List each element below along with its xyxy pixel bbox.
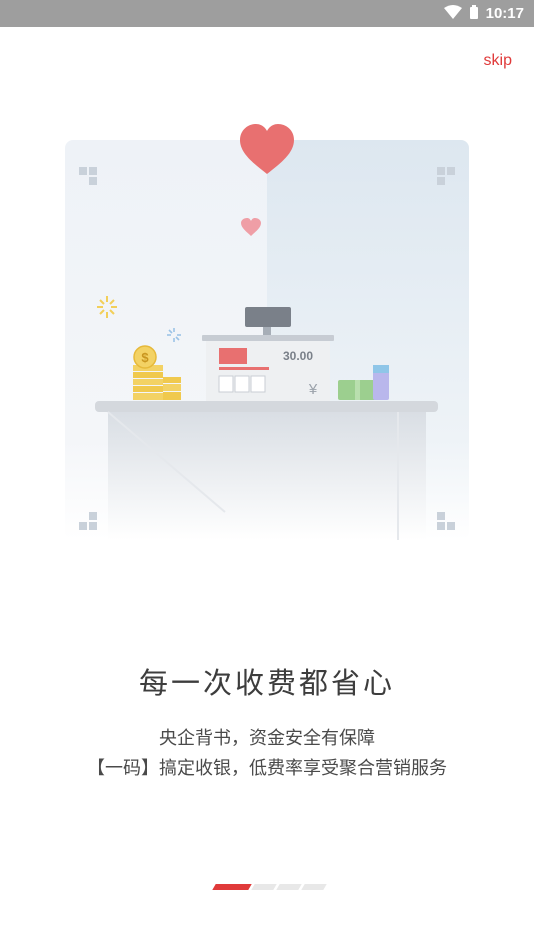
page-dot [276,884,302,890]
page-indicator [212,884,327,890]
headline: 每一次收费都省心 [138,666,395,700]
counter-front [108,412,426,540]
card-icon [373,365,389,400]
counter-top [95,401,438,412]
skip-button[interactable]: skip [484,52,512,70]
status-icons: 10:17 [443,0,524,27]
register-amount: 30.00 [283,349,313,363]
status-bar: 10:17 [0,0,534,27]
onboarding-illustration: $ 30.00 ¥ [65,124,469,540]
banknote-icon [338,380,378,400]
description-line-2: 【一码】搞定收银，低费率享受聚合营销服务 [87,758,447,779]
battery-icon [469,4,478,23]
coin-symbol: $ [141,350,149,365]
page-dot [301,884,327,890]
wifi-icon [443,4,462,23]
yuan-symbol: ¥ [308,381,318,398]
page-dot-active [212,884,252,890]
description-line-1: 央企背书，资金安全有保障 [159,728,375,749]
page-dot [251,884,277,890]
status-time: 10:17 [485,5,524,22]
